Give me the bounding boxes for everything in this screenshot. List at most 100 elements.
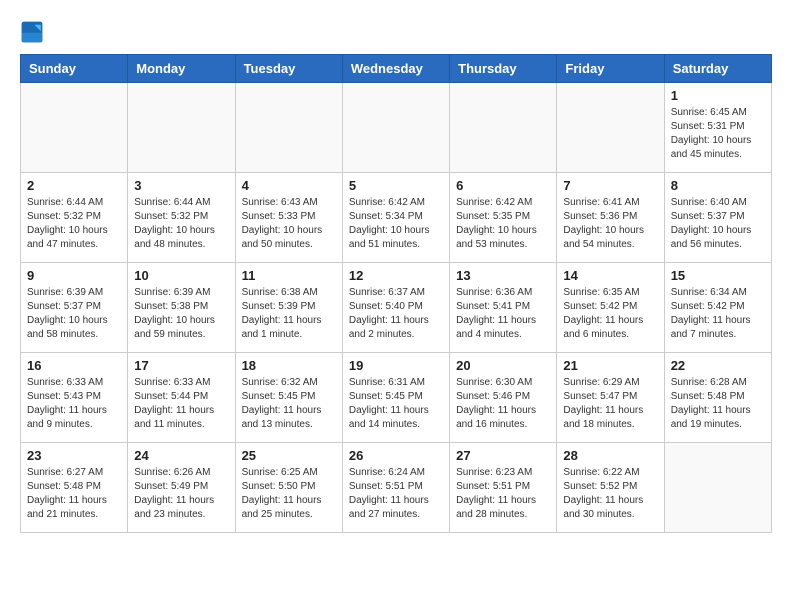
day-info: Sunrise: 6:27 AM Sunset: 5:48 PM Dayligh… [27,466,121,522]
calendar-day-cell: 5 Sunrise: 6:42 AM Sunset: 5:34 PM Daylig… [342,173,449,263]
day-info: Sunrise: 6:32 AM Sunset: 5:45 PM Dayligh… [242,376,336,432]
calendar-day-cell [557,83,664,173]
day-info: Sunrise: 6:43 AM Sunset: 5:33 PM Dayligh… [242,196,336,252]
logo-icon [20,20,44,44]
calendar-day-cell: 3 Sunrise: 6:44 AM Sunset: 5:32 PM Daylig… [128,173,235,263]
calendar-day-cell: 21Sunrise: 6:29 AM Sunset: 5:47 PM Dayli… [557,353,664,443]
calendar-day-cell: 1 Sunrise: 6:45 AM Sunset: 5:31 PM Daylig… [664,83,771,173]
day-info: Sunrise: 6:39 AM Sunset: 5:37 PM Dayligh… [27,286,121,342]
calendar-day-cell: 7 Sunrise: 6:41 AM Sunset: 5:36 PM Daylig… [557,173,664,263]
calendar-day-cell [21,83,128,173]
calendar-day-cell [450,83,557,173]
day-info: Sunrise: 6:28 AM Sunset: 5:48 PM Dayligh… [671,376,765,432]
calendar-day-cell: 17 Sunrise: 6:33 AM Sunset: 5:44 PM Dayli… [128,353,235,443]
logo [20,20,48,44]
calendar-week-row: 23 Sunrise: 6:27 AM Sunset: 5:48 PM Dayli… [21,443,772,533]
day-number: 4 [242,178,336,193]
calendar-day-cell: 10Sunrise: 6:39 AM Sunset: 5:38 PM Dayli… [128,263,235,353]
day-of-week-header: Tuesday [235,55,342,83]
day-number: 7 [563,178,657,193]
calendar-day-cell: 6 Sunrise: 6:42 AM Sunset: 5:35 PM Daylig… [450,173,557,263]
calendar-day-cell [664,443,771,533]
day-info: Sunrise: 6:42 AM Sunset: 5:34 PM Dayligh… [349,196,443,252]
calendar-day-cell: 15 Sunrise: 6:34 AM Sunset: 5:42 PM Dayli… [664,263,771,353]
day-number: 1 [671,88,765,103]
calendar-day-cell: 20 Sunrise: 6:30 AM Sunset: 5:46 PM Dayli… [450,353,557,443]
day-of-week-header: Saturday [664,55,771,83]
day-number: 9 [27,268,121,283]
day-number: 8 [671,178,765,193]
calendar-day-cell: 2 Sunrise: 6:44 AM Sunset: 5:32 PM Daylig… [21,173,128,263]
day-number: 19 [349,358,443,373]
calendar-day-cell: 19 Sunrise: 6:31 AM Sunset: 5:45 PM Dayli… [342,353,449,443]
calendar-day-cell: 4 Sunrise: 6:43 AM Sunset: 5:33 PM Daylig… [235,173,342,263]
day-of-week-header: Friday [557,55,664,83]
calendar-day-cell: 27Sunrise: 6:23 AM Sunset: 5:51 PM Dayli… [450,443,557,533]
day-info: Sunrise: 6:24 AM Sunset: 5:51 PM Dayligh… [349,466,443,522]
calendar-day-cell: 25 Sunrise: 6:25 AM Sunset: 5:50 PM Dayli… [235,443,342,533]
day-number: 14 [563,268,657,283]
day-number: 27 [456,448,550,463]
calendar-day-cell: 9 Sunrise: 6:39 AM Sunset: 5:37 PM Daylig… [21,263,128,353]
day-number: 11 [242,268,336,283]
calendar-week-row: 9 Sunrise: 6:39 AM Sunset: 5:37 PM Daylig… [21,263,772,353]
calendar-week-row: 1 Sunrise: 6:45 AM Sunset: 5:31 PM Daylig… [21,83,772,173]
calendar-day-cell: 24 Sunrise: 6:26 AM Sunset: 5:49 PM Dayli… [128,443,235,533]
day-info: Sunrise: 6:40 AM Sunset: 5:37 PM Dayligh… [671,196,765,252]
calendar-day-cell: 14 Sunrise: 6:35 AM Sunset: 5:42 PM Dayli… [557,263,664,353]
day-info: Sunrise: 6:26 AM Sunset: 5:49 PM Dayligh… [134,466,228,522]
day-of-week-header: Wednesday [342,55,449,83]
day-info: Sunrise: 6:44 AM Sunset: 5:32 PM Dayligh… [134,196,228,252]
calendar-day-cell: 23 Sunrise: 6:27 AM Sunset: 5:48 PM Dayli… [21,443,128,533]
calendar-day-cell: 8 Sunrise: 6:40 AM Sunset: 5:37 PM Daylig… [664,173,771,263]
calendar-day-cell [342,83,449,173]
day-number: 26 [349,448,443,463]
day-info: Sunrise: 6:34 AM Sunset: 5:42 PM Dayligh… [671,286,765,342]
day-number: 13 [456,268,550,283]
calendar-table: SundayMondayTuesdayWednesdayThursdayFrid… [20,54,772,533]
day-of-week-header: Monday [128,55,235,83]
day-info: Sunrise: 6:31 AM Sunset: 5:45 PM Dayligh… [349,376,443,432]
day-number: 5 [349,178,443,193]
calendar-day-cell: 28Sunrise: 6:22 AM Sunset: 5:52 PM Dayli… [557,443,664,533]
calendar-day-cell: 12 Sunrise: 6:37 AM Sunset: 5:40 PM Dayli… [342,263,449,353]
day-info: Sunrise: 6:45 AM Sunset: 5:31 PM Dayligh… [671,106,765,162]
calendar-header-row: SundayMondayTuesdayWednesdayThursdayFrid… [21,55,772,83]
day-info: Sunrise: 6:44 AM Sunset: 5:32 PM Dayligh… [27,196,121,252]
day-number: 15 [671,268,765,283]
day-info: Sunrise: 6:33 AM Sunset: 5:44 PM Dayligh… [134,376,228,432]
day-number: 2 [27,178,121,193]
day-info: Sunrise: 6:38 AM Sunset: 5:39 PM Dayligh… [242,286,336,342]
day-number: 3 [134,178,228,193]
day-info: Sunrise: 6:39 AM Sunset: 5:38 PM Dayligh… [134,286,228,342]
calendar-day-cell: 11 Sunrise: 6:38 AM Sunset: 5:39 PM Dayli… [235,263,342,353]
day-number: 28 [563,448,657,463]
day-number: 25 [242,448,336,463]
day-number: 22 [671,358,765,373]
day-number: 6 [456,178,550,193]
day-of-week-header: Sunday [21,55,128,83]
calendar-day-cell [235,83,342,173]
calendar-day-cell: 26 Sunrise: 6:24 AM Sunset: 5:51 PM Dayli… [342,443,449,533]
calendar-day-cell: 18 Sunrise: 6:32 AM Sunset: 5:45 PM Dayli… [235,353,342,443]
day-info: Sunrise: 6:37 AM Sunset: 5:40 PM Dayligh… [349,286,443,342]
day-info: Sunrise: 6:30 AM Sunset: 5:46 PM Dayligh… [456,376,550,432]
day-info: Sunrise: 6:41 AM Sunset: 5:36 PM Dayligh… [563,196,657,252]
day-info: Sunrise: 6:35 AM Sunset: 5:42 PM Dayligh… [563,286,657,342]
day-info: Sunrise: 6:36 AM Sunset: 5:41 PM Dayligh… [456,286,550,342]
day-number: 12 [349,268,443,283]
calendar-day-cell: 16 Sunrise: 6:33 AM Sunset: 5:43 PM Dayli… [21,353,128,443]
day-info: Sunrise: 6:25 AM Sunset: 5:50 PM Dayligh… [242,466,336,522]
day-info: Sunrise: 6:29 AM Sunset: 5:47 PM Dayligh… [563,376,657,432]
day-number: 24 [134,448,228,463]
day-number: 17 [134,358,228,373]
day-info: Sunrise: 6:42 AM Sunset: 5:35 PM Dayligh… [456,196,550,252]
calendar-day-cell: 22 Sunrise: 6:28 AM Sunset: 5:48 PM Dayli… [664,353,771,443]
day-number: 18 [242,358,336,373]
day-info: Sunrise: 6:33 AM Sunset: 5:43 PM Dayligh… [27,376,121,432]
day-number: 23 [27,448,121,463]
day-number: 20 [456,358,550,373]
calendar-day-cell: 13 Sunrise: 6:36 AM Sunset: 5:41 PM Dayli… [450,263,557,353]
calendar-day-cell [128,83,235,173]
day-number: 16 [27,358,121,373]
